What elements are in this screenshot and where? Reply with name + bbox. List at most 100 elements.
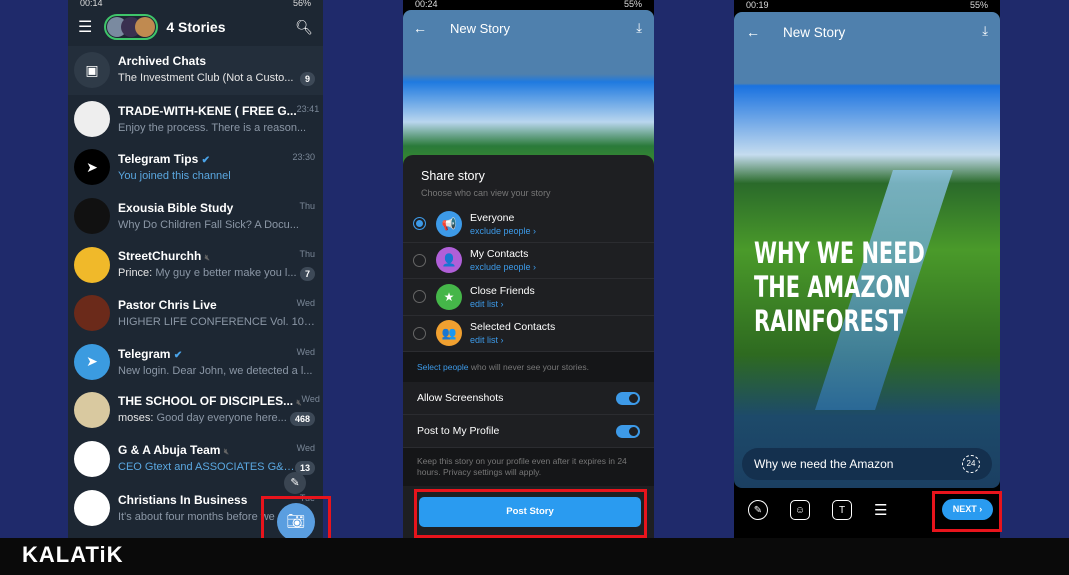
chat-time: 23:30	[292, 152, 315, 163]
unread-badge: 7	[299, 266, 315, 281]
chat-name: StreetChurchh	[118, 248, 202, 263]
toggle-settings: Allow Screenshots Post to My Profile	[403, 382, 654, 448]
chat-row[interactable]: ➤ Telegram Tips ✔ 23:30 You joined this c…	[68, 143, 323, 192]
audience-option[interactable]: 👥 Selected Contacts edit list ›	[403, 316, 654, 352]
toggle-label: Allow Screenshots	[417, 392, 504, 404]
exclude-hint: Select people who will never see your st…	[403, 352, 654, 382]
audience-option[interactable]: ★ Close Friends edit list ›	[403, 279, 654, 316]
person-icon: 👤	[436, 247, 462, 274]
chat-time: Thu	[299, 248, 315, 259]
chat-time: Wed	[296, 346, 315, 357]
chat-preview: HIGHER LIFE CONFERENCE Vol. 10 Pa...	[118, 316, 315, 329]
chat-avatar	[74, 198, 110, 235]
chat-name: Christians In Business	[118, 492, 248, 507]
option-label: My Contacts	[470, 248, 529, 261]
status-bar: 00:14 56%	[68, 0, 323, 8]
chat-avatar: ➤	[74, 149, 110, 186]
search-icon[interactable]: 🔍︎	[295, 19, 313, 36]
chat-row[interactable]: Pastor Chris Live Wed HIGHER LIFE CONFERE…	[68, 289, 323, 338]
chat-row[interactable]: ▣ Archived Chats The Investment Club (No…	[68, 46, 323, 95]
chat-name: Pastor Chris Live	[118, 298, 217, 313]
battery-level: 56%	[292, 0, 311, 8]
back-arrow-icon[interactable]: ←	[746, 24, 760, 40]
unread-badge: 468	[289, 412, 315, 427]
draw-icon[interactable]: ✎	[748, 500, 768, 520]
chat-preview: New login. Dear John, we detected a l...	[118, 364, 313, 377]
option-label: Everyone	[470, 211, 515, 224]
toggle-switch[interactable]	[616, 424, 640, 438]
sticker-icon[interactable]: ☺	[790, 500, 810, 520]
telegram-plane-icon: ➤	[86, 353, 98, 370]
back-arrow-icon[interactable]: ←	[413, 20, 427, 36]
radio-button[interactable]	[413, 326, 426, 340]
chat-preview: You joined this channel	[118, 170, 231, 183]
chat-name: Archived Chats	[118, 54, 207, 69]
edit-icon[interactable]: ✎	[284, 472, 306, 494]
chat-list: ▣ Archived Chats The Investment Club (No…	[68, 46, 323, 532]
radio-button[interactable]	[413, 290, 426, 304]
chat-preview: Why Do Children Fall Sick? A Docu...	[118, 219, 299, 232]
text-icon[interactable]: T	[832, 500, 852, 520]
download-icon[interactable]: ⤓	[982, 23, 988, 39]
chat-row[interactable]: TRADE-WITH-KENE ( FREE G... 23:41 Enjoy t…	[68, 95, 323, 144]
status-time: 00:14	[80, 0, 103, 8]
editor-toolbar: ✎ ☺ T ☰	[748, 500, 887, 520]
chat-avatar	[74, 100, 110, 137]
chat-row[interactable]: StreetChurchh 🔇︎ Thu Prince: My guy e bet…	[68, 240, 323, 289]
option-link[interactable]: edit list ›	[470, 335, 555, 345]
chat-name: Exousia Bible Study	[118, 201, 234, 216]
option-link[interactable]: edit list ›	[470, 299, 535, 309]
telegram-chat-list-screen: 00:14 56% ☰ 4 Stories 🔍︎ ▣ Archived Chats…	[68, 0, 323, 538]
status-bar: 00:19 55%	[734, 0, 1000, 12]
screen-title: New Story	[783, 25, 846, 40]
chat-avatar: ▣	[74, 52, 110, 89]
megaphone-icon: 📢	[436, 210, 462, 237]
download-icon[interactable]: ⤓	[636, 20, 642, 36]
toggle-row: Post to My Profile	[403, 415, 654, 448]
status-bar: 00:24 55%	[403, 0, 654, 10]
toggle-label: Post to My Profile	[417, 425, 500, 437]
status-time: 00:19	[746, 0, 769, 10]
battery-level: 55%	[623, 0, 642, 9]
sheet-title: Share story	[421, 169, 485, 183]
chat-avatar	[74, 246, 110, 283]
radio-button[interactable]	[413, 217, 426, 231]
chat-preview: Good day everyone here...	[156, 412, 287, 425]
chat-preview: Enjoy the process. There is a reason...	[118, 121, 307, 134]
verified-icon: ✔	[173, 349, 183, 361]
headline-line: THE AMAZON	[754, 270, 911, 304]
caption-input[interactable]: Why we need the Amazon 24	[742, 448, 992, 480]
chat-row[interactable]: ➤ Telegram ✔ Wed New login. Dear John, we…	[68, 338, 323, 387]
chat-name: G & A Abuja Team	[118, 443, 221, 458]
chat-sender: moses:	[118, 412, 154, 425]
telegram-plane-icon: ➤	[86, 158, 98, 175]
unread-badge: 9	[299, 72, 315, 87]
screen-title: New Story	[450, 21, 510, 36]
option-link[interactable]: exclude people ›	[470, 262, 536, 272]
timer-24h-icon[interactable]: 24	[962, 455, 980, 473]
story-preview-image	[403, 10, 654, 170]
radio-button[interactable]	[413, 253, 426, 267]
chat-preview: The Investment Club (Not a Custo...	[118, 72, 294, 85]
new-story-editor-screen: 00:19 55% ← New Story ⤓ WHY WE NEED THE A…	[734, 0, 1000, 538]
chat-row[interactable]: G & A Abuja Team 🔇︎ Wed CEO Gtext and ASS…	[68, 435, 323, 484]
audience-option[interactable]: 👤 My Contacts exclude people ›	[403, 243, 654, 279]
chat-avatar	[74, 441, 110, 478]
chat-avatar	[74, 392, 110, 429]
adjust-icon[interactable]: ☰	[874, 501, 887, 519]
chat-row[interactable]: Exousia Bible Study Thu Why Do Children F…	[68, 192, 323, 241]
status-time: 00:24	[415, 0, 438, 9]
menu-icon[interactable]: ☰	[78, 17, 92, 37]
verified-icon: ✔	[201, 155, 210, 167]
toggle-row: Allow Screenshots	[403, 382, 654, 415]
share-story-screen: 00:24 55% ← New Story ⤓ Share story Choos…	[403, 0, 654, 538]
muted-icon: 🔇︎	[223, 447, 229, 457]
stories-avatars[interactable]	[104, 14, 159, 40]
option-link[interactable]: exclude people ›	[470, 226, 536, 236]
chat-row[interactable]: THE SCHOOL OF DISCIPLES... 🔇︎ Wed moses: …	[68, 386, 323, 435]
audience-option[interactable]: 📢 Everyone exclude people ›	[403, 206, 654, 243]
story-headline: WHY WE NEED THE AMAZON RAINFOREST	[754, 236, 925, 338]
select-people-link[interactable]: Select people	[417, 362, 469, 372]
chat-avatar	[74, 489, 110, 526]
toggle-switch[interactable]	[616, 391, 640, 405]
